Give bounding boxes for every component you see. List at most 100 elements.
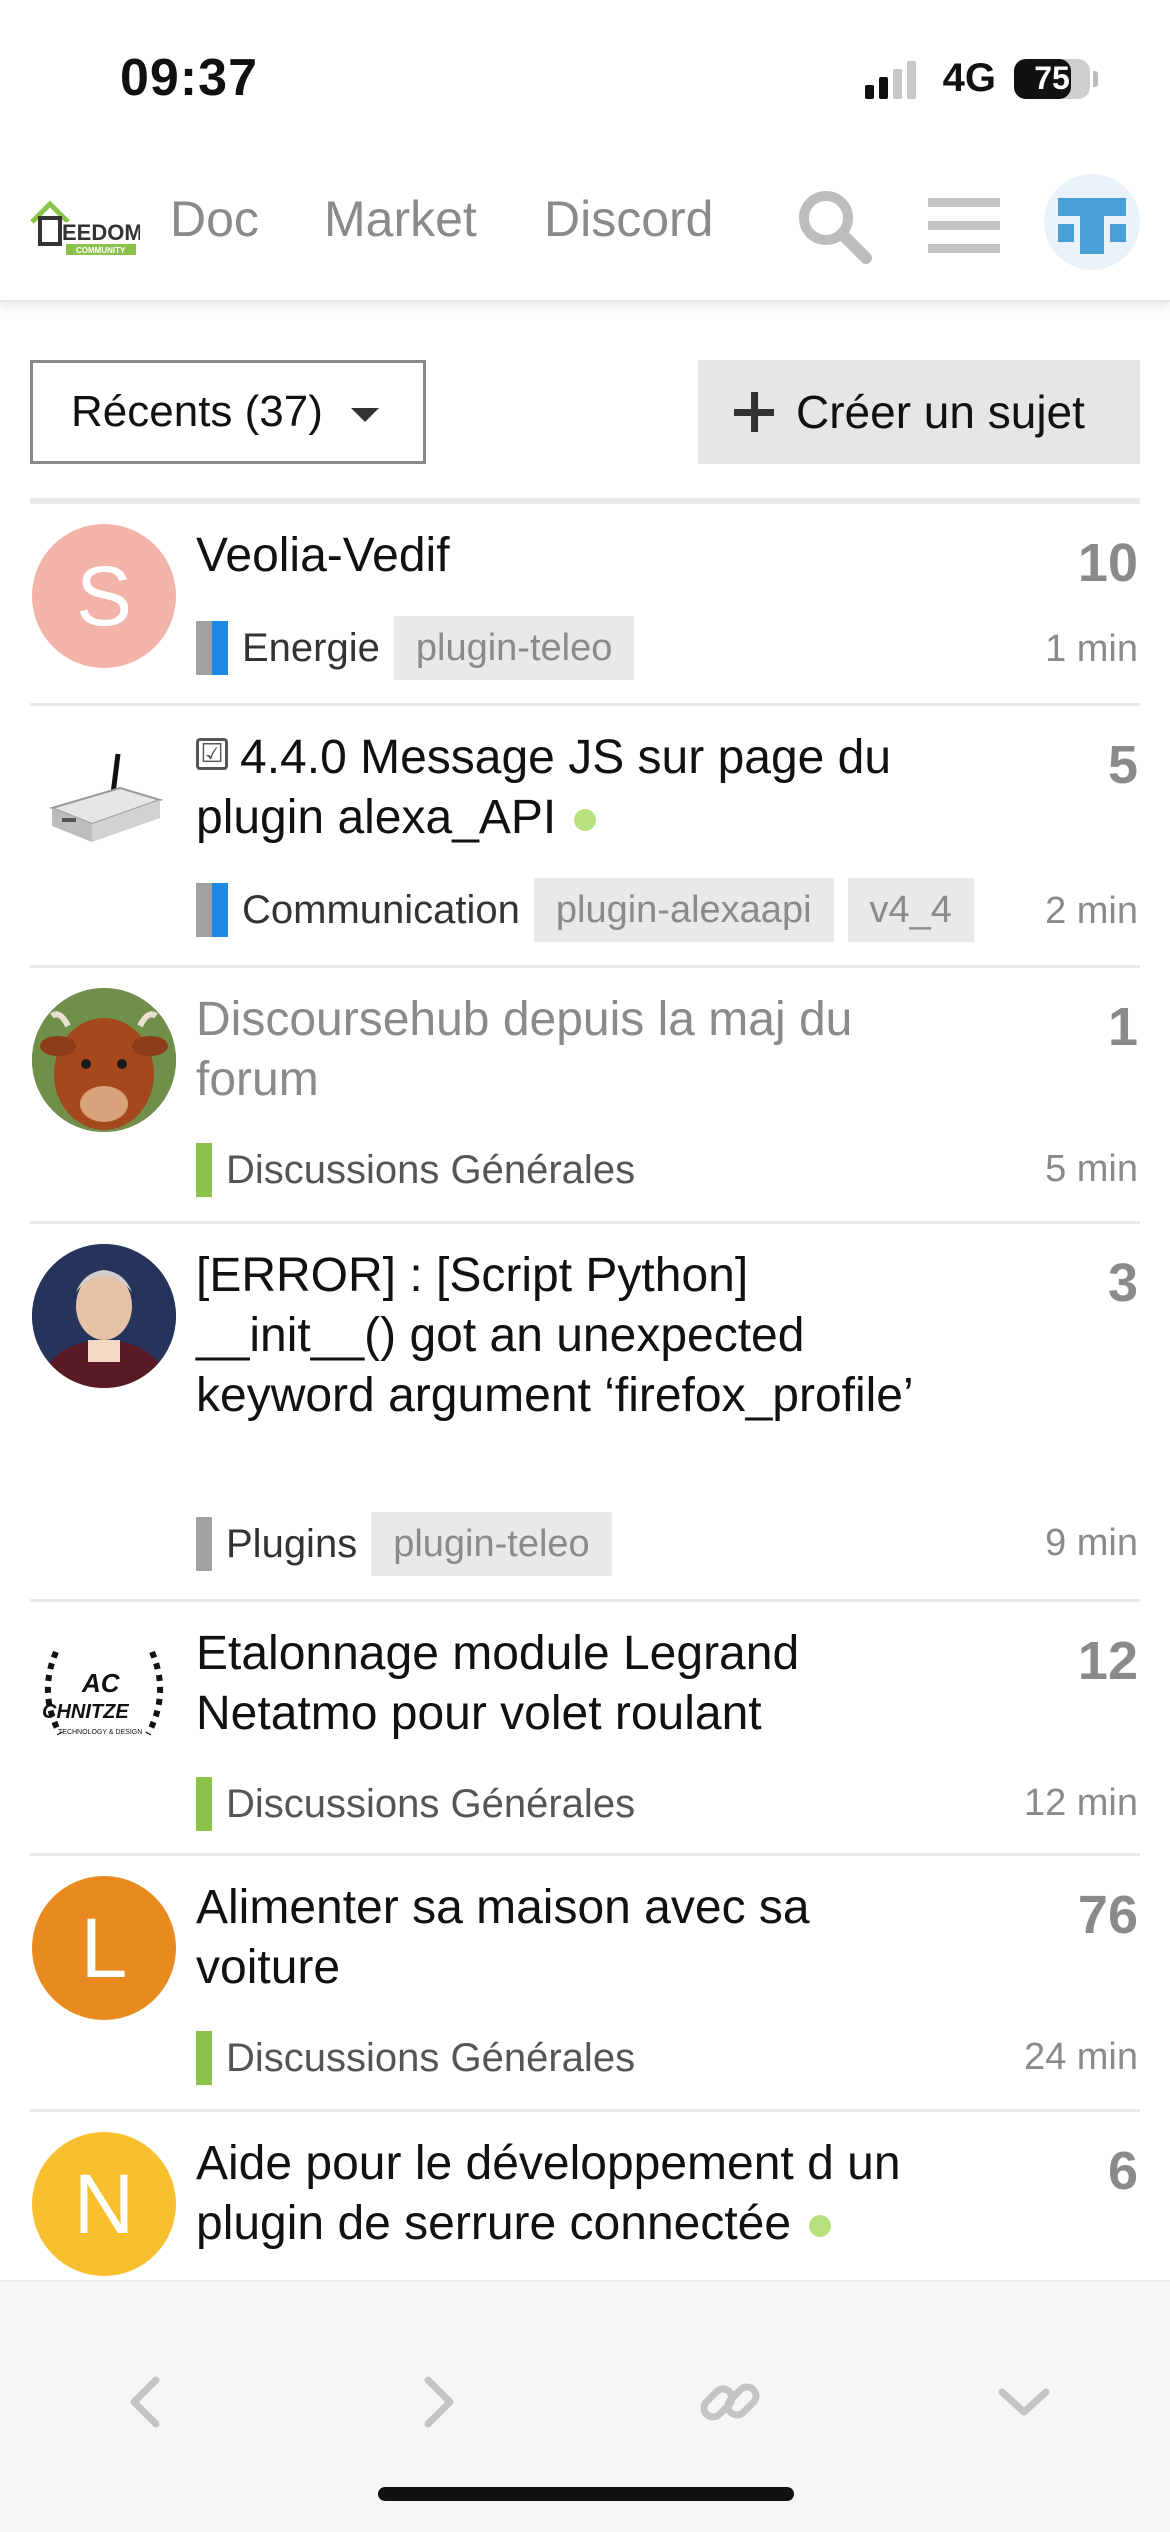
category-color-bar	[196, 1143, 212, 1197]
topic-age[interactable]: 5 min	[1045, 1148, 1138, 1191]
user-avatar-letter[interactable]: L	[32, 1876, 176, 2020]
topic-row[interactable]: [ERROR] : [Script Python] __init__() got…	[30, 1224, 1140, 1602]
acschnitzer-avatar[interactable]: AC CHNITZE TECHNOLOGY & DESIGN	[32, 1622, 176, 1766]
acschnitzer-logo-icon: AC CHNITZE TECHNOLOGY & DESIGN	[42, 1650, 163, 1736]
hamburger-menu-icon[interactable]	[922, 184, 1006, 268]
category-color-bar	[196, 621, 228, 675]
battery-icon: 75	[1014, 58, 1098, 99]
topic-row[interactable]: ☑ 4.4.0 Message JS sur page du plugin ale…	[30, 706, 1140, 968]
topic-meta: Discussions Générales	[196, 1138, 635, 1202]
collapse-icon[interactable]	[984, 2362, 1064, 2442]
topic-title[interactable]: [ERROR] : [Script Python] __init__() got…	[196, 1246, 916, 1426]
topic-title[interactable]: Discoursehub depuis la maj du forum	[196, 990, 916, 1110]
router-avatar[interactable]	[32, 726, 176, 870]
category-badge[interactable]: Energie	[196, 621, 380, 675]
category-badge[interactable]: Discussions Générales	[196, 1143, 635, 1197]
topic-title-text: 4.4.0 Message JS sur page du plugin alex…	[196, 731, 892, 844]
battery-tip	[1093, 70, 1098, 87]
category-name: Energie	[242, 625, 380, 670]
topic-row[interactable]: N Aide pour le développement d un plugin…	[30, 2112, 1140, 2280]
forward-icon[interactable]	[398, 2362, 478, 2442]
filter-label: Récents (37)	[71, 387, 323, 436]
reply-count[interactable]: 3	[1108, 1252, 1138, 1314]
tag[interactable]: v4_4	[847, 878, 974, 942]
cow-image-icon	[32, 988, 176, 1132]
tag[interactable]: plugin-teleo	[371, 1512, 612, 1576]
jeedom-logo[interactable]: EEDOM COMMUNITY	[28, 188, 143, 258]
category-color-bar	[196, 1777, 212, 1831]
reply-count[interactable]: 76	[1078, 1884, 1138, 1946]
tag[interactable]: plugin-alexaapi	[533, 878, 834, 942]
unread-dot-icon	[809, 2215, 832, 2238]
reply-count[interactable]: 10	[1078, 532, 1138, 594]
portrait-image-icon	[32, 1244, 176, 1388]
cow-avatar[interactable]	[32, 988, 176, 1132]
topic-meta: Plugins plugin-teleo	[196, 1512, 612, 1576]
topic-age[interactable]: 24 min	[1024, 2036, 1138, 2079]
topic-meta: Energie plugin-teleo	[196, 616, 635, 680]
topic-row[interactable]: S Veolia-Vedif 10 Energie plugin-teleo 1…	[30, 504, 1140, 706]
router-image-icon	[48, 753, 164, 842]
link-icon[interactable]	[690, 2362, 770, 2442]
topic-title[interactable]: ☑ 4.4.0 Message JS sur page du plugin ale…	[196, 728, 916, 848]
category-badge[interactable]: Plugins	[196, 1517, 357, 1571]
user-avatar-letter[interactable]: N	[32, 2132, 176, 2276]
portrait-avatar[interactable]	[32, 1244, 176, 1388]
reply-count[interactable]: 12	[1078, 1630, 1138, 1692]
nav-doc[interactable]: Doc	[170, 190, 259, 248]
status-bar: 09:37 4G 75	[0, 0, 1170, 150]
house-logo-icon: EEDOM COMMUNITY	[30, 200, 143, 255]
status-time: 09:37	[120, 49, 258, 107]
topic-row[interactable]: L Alimenter sa maison avec sa voiture 76…	[30, 1856, 1140, 2112]
nav-discord[interactable]: Discord	[544, 190, 713, 248]
category-color-bar	[196, 1517, 212, 1571]
network-type: 4G	[942, 56, 996, 100]
topic-age[interactable]: 12 min	[1024, 1782, 1138, 1825]
category-name: Discussions Générales	[226, 1147, 636, 1192]
reply-count[interactable]: 6	[1108, 2140, 1138, 2202]
create-topic-label: Créer un sujet	[796, 386, 1085, 438]
nav-market[interactable]: Market	[324, 190, 477, 248]
topic-age[interactable]: 1 min	[1045, 628, 1138, 671]
site-header: EEDOM COMMUNITY Doc Market Discord	[0, 150, 1170, 302]
category-badge[interactable]: Communication	[196, 883, 520, 937]
topic-age[interactable]: 9 min	[1045, 1522, 1138, 1565]
user-avatar-letter[interactable]: S	[32, 524, 176, 668]
logo-subtext: COMMUNITY	[76, 246, 126, 255]
category-color-bar	[196, 883, 228, 937]
plus-icon	[734, 392, 774, 432]
cellular-signal-icon	[864, 59, 925, 99]
status-right: 4G 75	[864, 56, 1098, 101]
category-name: Discussions Générales	[226, 2035, 636, 2080]
user-avatar[interactable]	[1044, 174, 1140, 270]
category-badge[interactable]: Discussions Générales	[196, 2031, 635, 2085]
filter-dropdown[interactable]: Récents (37)	[30, 360, 426, 464]
topic-meta: Discussions Générales	[196, 1772, 635, 1836]
category-badge[interactable]: Discussions Générales	[196, 1777, 635, 1831]
search-icon[interactable]	[792, 184, 876, 268]
category-name: Discussions Générales	[226, 1781, 636, 1826]
category-color-bar	[196, 2031, 212, 2085]
topic-row[interactable]: AC CHNITZE TECHNOLOGY & DESIGN Etalonnag…	[30, 1602, 1140, 1856]
topic-title[interactable]: Veolia-Vedif	[196, 526, 916, 586]
topic-meta: Communication plugin-alexaapi v4_4	[196, 878, 974, 942]
home-indicator[interactable]	[378, 2487, 794, 2501]
battery-level: 75	[1034, 60, 1070, 96]
svg-text:AC: AC	[81, 1668, 121, 1698]
topic-title[interactable]: Etalonnage module Legrand Netatmo pour v…	[196, 1624, 916, 1744]
reply-count[interactable]: 5	[1108, 734, 1138, 796]
logo-text: EEDOM	[62, 220, 140, 245]
unread-dot-icon	[574, 809, 597, 832]
tag[interactable]: plugin-teleo	[393, 616, 635, 680]
topic-title[interactable]: Aide pour le développement d un plugin d…	[196, 2134, 916, 2254]
topic-meta: Discussions Générales	[196, 2026, 635, 2090]
topic-title-text: Aide pour le développement d un plugin d…	[196, 2137, 901, 2250]
back-icon[interactable]	[106, 2362, 186, 2442]
create-topic-button[interactable]: Créer un sujet	[698, 360, 1140, 464]
category-name: Plugins	[226, 1521, 358, 1566]
topic-title[interactable]: Alimenter sa maison avec sa voiture	[196, 1878, 916, 1998]
caret-down-icon	[350, 408, 379, 422]
topic-row[interactable]: Discoursehub depuis la maj du forum 1 Di…	[30, 968, 1140, 1224]
topic-age[interactable]: 2 min	[1045, 890, 1138, 933]
reply-count[interactable]: 1	[1108, 996, 1138, 1058]
